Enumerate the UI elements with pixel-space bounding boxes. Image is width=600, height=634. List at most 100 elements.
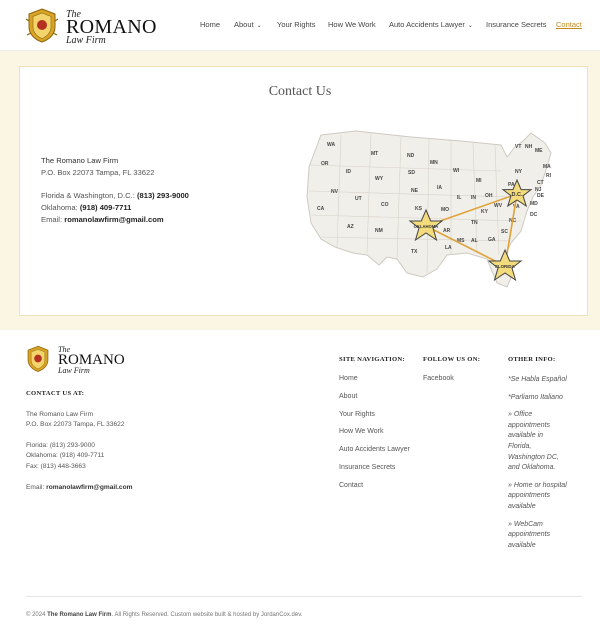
footer-other-info: OTHER INFO: *Se Habla Español *Parliamo … [508,356,568,558]
state-label: NM [375,228,383,234]
contact-info: The Romano Law Firm P.O. Box 22073 Tampa… [41,155,189,226]
footer-logo[interactable]: The ROMANO Law Firm [25,344,125,375]
copyright: © 2024 The Romano Law Firm. All Rights R… [26,612,302,618]
footer-link-your-rights[interactable]: Your Rights [339,411,410,429]
state-label: NH [525,144,533,150]
state-label: AZ [347,224,354,230]
state-label: NY [515,169,523,175]
footer-link-auto-accidents[interactable]: Auto Accidents Lawyer [339,446,410,464]
us-map: WA MT ND MN OR ID WY SD WI MI NV UT CO N… [306,130,552,288]
logo-firm: Law Firm [66,35,106,46]
state-label: KY [481,209,489,215]
state-label: WA [327,142,335,148]
state-label: CO [381,202,389,208]
footer-site-nav: SITE NAVIGATION: Home About Your Rights … [339,356,410,500]
state-label: RI [546,173,552,179]
other-info-item: » Office appointments available in Flori… [508,411,559,472]
other-info-item: » Home or hospital appointments availabl… [508,481,567,510]
fl-dc-phone-link[interactable]: (813) 293-9000 [137,191,189,200]
chevron-down-icon: ⌄ [256,23,262,29]
seal-icon [25,8,59,43]
footer-link-about[interactable]: About [339,393,410,411]
state-label: NV [331,189,339,195]
state-label: MT [371,151,378,157]
other-info-item: *Parliamo Italiano [508,393,563,401]
footer-link-how-we-work[interactable]: How We Work [339,428,410,446]
nav-contact[interactable]: Contact [556,20,582,29]
footer-florida-phone[interactable]: Florida: (813) 293-9000 [26,441,132,452]
footer-email-label: Email: [26,483,45,491]
state-label: WV [494,203,503,209]
site-logo[interactable]: The ROMANO Law Firm [25,7,156,46]
state-label: DE [537,193,545,199]
state-label: SC [501,229,508,235]
contact-email: Email: romanolawfirm@gmail.com [41,214,189,226]
email-link[interactable]: romanolawfirm@gmail.com [64,215,163,224]
nav-auto-accidents-label: Auto Accidents Lawyer [389,20,465,29]
nav-home[interactable]: Home [200,20,220,29]
footer-firm-name: The Romano Law Firm [26,410,94,418]
footer-contact: CONTACT US AT: The Romano Law Firm P.O. … [26,389,132,493]
state-label: AL [471,238,478,244]
state-label: GA [488,237,496,243]
footer-link-home[interactable]: Home [339,375,410,393]
state-label: CA [317,206,325,212]
footer-address: P.O. Box 22073 Tampa, FL 33622 [26,421,125,429]
copyright-firm: The Romano Law Firm [47,612,112,618]
state-label: OR [321,161,329,167]
state-label: UT [355,196,362,202]
copyright-suffix: . All Rights Reserved. Custom website bu… [111,612,303,618]
contact-fl-dc: Florida & Washington, D.C.: (813) 293-90… [41,190,189,202]
state-label: CT [537,180,544,186]
state-label: VT [515,144,521,150]
contact-firm-name: The Romano Law Firm [41,156,119,165]
state-label: NE [411,188,419,194]
email-label: Email: [41,215,63,224]
state-label: SD [408,170,415,176]
state-label: ND [407,153,415,159]
marker-dc-label: D.C. [512,192,523,198]
footer-email-link[interactable]: romanolawfirm@gmail.com [46,484,132,491]
nav-auto-accidents[interactable]: Auto Accidents Lawyer ⌄ [389,20,473,29]
site-header: The ROMANO Law Firm Home About ⌄ Your Rig… [0,0,600,51]
copyright-prefix: © 2024 [26,612,46,618]
footer-email: Email: romanolawfirm@gmail.com [26,483,132,494]
state-label: KS [415,206,423,212]
nav-insurance-secrets[interactable]: Insurance Secrets [486,20,546,29]
nav-about-label: About [234,20,254,29]
site-nav-heading: SITE NAVIGATION: [339,356,405,363]
state-label: LA [445,245,452,251]
other-info-item: » WebCam appointments available [508,520,551,549]
fl-dc-label: Florida & Washington, D.C.: [41,191,135,200]
state-label: TX [411,249,418,255]
state-label: MA [543,164,551,170]
footer-link-contact[interactable]: Contact [339,482,410,500]
contact-address: P.O. Box 22073 Tampa, FL 33622 [41,168,155,177]
footer-oklahoma-phone[interactable]: Oklahoma: (918) 409-7711 [26,451,132,462]
ok-label: Oklahoma: [41,203,78,212]
footer-link-facebook[interactable]: Facebook [423,375,480,393]
state-label: IN [471,195,476,201]
state-label: WY [375,176,384,182]
ok-phone-link[interactable]: (918) 409-7711 [80,203,132,212]
state-label: MO [441,207,449,213]
follow-heading: FOLLOW US ON: [423,356,481,363]
page-title: Contact Us [268,84,332,99]
state-label: IA [437,185,442,191]
other-info-heading: OTHER INFO: [508,356,556,363]
state-label: DC [530,212,538,218]
nav-your-rights[interactable]: Your Rights [277,20,316,29]
footer-logo-firm: Law Firm [58,366,90,375]
footer-follow: FOLLOW US ON: Facebook [423,356,480,393]
nav-how-we-work[interactable]: How We Work [328,20,376,29]
marker-florida-label: FLORIDA [495,264,515,269]
chevron-down-icon: ⌄ [467,23,473,29]
other-info-item: *Se Habla Español [508,376,567,383]
state-label: IL [457,195,461,201]
footer-link-insurance-secrets[interactable]: Insurance Secrets [339,464,410,482]
state-label: OH [485,193,493,199]
marker-oklahoma-label: OKLAHOMA [414,224,439,229]
contact-ok: Oklahoma: (918) 409-7711 [41,202,189,214]
state-label: ID [346,169,351,175]
nav-about[interactable]: About ⌄ [234,20,262,29]
